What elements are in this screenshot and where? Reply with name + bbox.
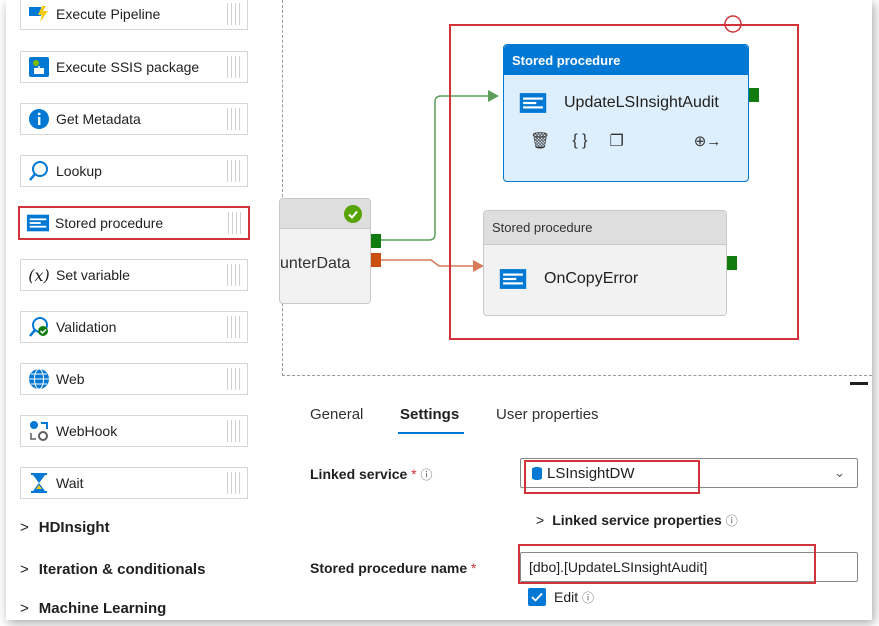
drag-handle[interactable] xyxy=(228,212,242,234)
activity-label: Set variable xyxy=(56,267,130,283)
checkmark-icon xyxy=(531,592,543,602)
drag-handle[interactable] xyxy=(227,160,241,182)
success-check-icon xyxy=(344,204,362,223)
group-label: HDInsight xyxy=(38,519,110,536)
edit-label: Edit ⓘ xyxy=(554,589,594,606)
label-text: Edit xyxy=(554,589,579,605)
activities-sidebar: Execute Pipeline Execute SSIS package Ge… xyxy=(6,0,282,620)
active-tab-indicator xyxy=(398,432,464,434)
group-machine-learning[interactable]: > Machine Learning xyxy=(20,600,166,617)
activity-label: WebHook xyxy=(56,423,118,439)
activity-execute-ssis[interactable]: Execute SSIS package xyxy=(20,51,248,83)
toggle-label: Linked service properties xyxy=(552,512,722,528)
group-hdinsight[interactable]: > HDInsight xyxy=(20,519,110,536)
tab-settings[interactable]: Settings xyxy=(400,406,459,423)
failure-output-port[interactable] xyxy=(371,253,381,267)
info-icon xyxy=(27,108,51,130)
stored-procedure-icon xyxy=(26,212,50,234)
drag-handle[interactable] xyxy=(227,472,241,494)
info-icon: ⓘ xyxy=(582,591,595,605)
activity-stored-procedure[interactable]: Stored procedure xyxy=(18,206,250,240)
ssis-package-icon xyxy=(27,56,51,78)
info-icon: ⓘ xyxy=(420,468,433,482)
activity-label: Stored procedure xyxy=(55,215,164,231)
node-header xyxy=(280,199,370,229)
group-iteration-conditionals[interactable]: > Iteration & conditionals xyxy=(20,561,205,578)
linked-service-properties-toggle[interactable]: > Linked service properties ⓘ xyxy=(536,512,738,529)
edit-checkbox[interactable] xyxy=(528,588,546,606)
drag-handle[interactable] xyxy=(227,368,241,390)
activity-webhook[interactable]: WebHook xyxy=(20,415,248,447)
activity-label: Get Metadata xyxy=(56,111,141,127)
drag-handle[interactable] xyxy=(227,316,241,338)
success-output-port[interactable] xyxy=(371,234,381,248)
drag-handle[interactable] xyxy=(227,3,241,25)
highlight-box xyxy=(449,24,799,340)
node-name: unterData xyxy=(280,255,351,272)
required-marker: * xyxy=(471,560,477,576)
linked-service-label: Linked service * ⓘ xyxy=(310,466,433,483)
highlight-box xyxy=(524,460,700,494)
validation-icon xyxy=(27,316,51,338)
activity-label: Execute Pipeline xyxy=(56,6,161,22)
chevron-right-icon: > xyxy=(20,561,29,578)
activity-get-metadata[interactable]: Get Metadata xyxy=(20,103,248,135)
chevron-right-icon: > xyxy=(536,512,545,528)
activity-label: Web xyxy=(56,371,85,387)
variable-icon: (x) xyxy=(28,265,50,285)
stored-procedure-name-label: Stored procedure name * xyxy=(310,560,477,576)
activity-label: Validation xyxy=(56,319,117,335)
activity-label: Lookup xyxy=(56,163,102,179)
panel-collapse-handle[interactable] xyxy=(850,382,868,385)
group-label: Iteration & conditionals xyxy=(38,561,206,578)
chevron-right-icon: > xyxy=(20,519,29,536)
highlight-box xyxy=(518,544,816,584)
activity-lookup[interactable]: Lookup xyxy=(20,155,248,187)
activity-execute-pipeline[interactable]: Execute Pipeline xyxy=(20,0,248,30)
execute-pipeline-icon xyxy=(27,3,51,25)
tab-user-properties[interactable]: User properties xyxy=(496,406,599,423)
group-label: Machine Learning xyxy=(38,600,167,617)
activity-set-variable[interactable]: (x) Set variable xyxy=(20,259,248,291)
webhook-icon xyxy=(27,420,51,442)
info-icon: ⓘ xyxy=(725,514,738,528)
required-marker: * xyxy=(411,466,417,482)
chevron-right-icon: > xyxy=(20,600,29,617)
globe-icon xyxy=(27,368,51,390)
drag-handle[interactable] xyxy=(227,264,241,286)
hourglass-icon xyxy=(27,472,51,494)
source-activity-node[interactable]: unterData xyxy=(279,198,371,304)
activity-validation[interactable]: Validation xyxy=(20,311,248,343)
chevron-down-icon: ⌄ xyxy=(834,465,845,480)
properties-panel: General Settings User properties Linked … xyxy=(282,376,872,620)
drag-handle[interactable] xyxy=(227,420,241,442)
pipeline-canvas[interactable]: unterData Stored procedure UpdateLSInsig… xyxy=(279,0,872,384)
lookup-icon xyxy=(27,160,51,182)
drag-handle[interactable] xyxy=(227,108,241,130)
activity-wait[interactable]: Wait xyxy=(20,467,248,499)
activity-web[interactable]: Web xyxy=(20,363,248,395)
app-frame: Execute Pipeline Execute SSIS package Ge… xyxy=(6,0,872,620)
activity-label: Execute SSIS package xyxy=(56,59,200,75)
label-text: Stored procedure name xyxy=(310,560,468,576)
tab-general[interactable]: General xyxy=(310,406,363,423)
label-text: Linked service xyxy=(310,466,408,482)
drag-handle[interactable] xyxy=(227,56,241,78)
activity-label: Wait xyxy=(56,475,84,491)
